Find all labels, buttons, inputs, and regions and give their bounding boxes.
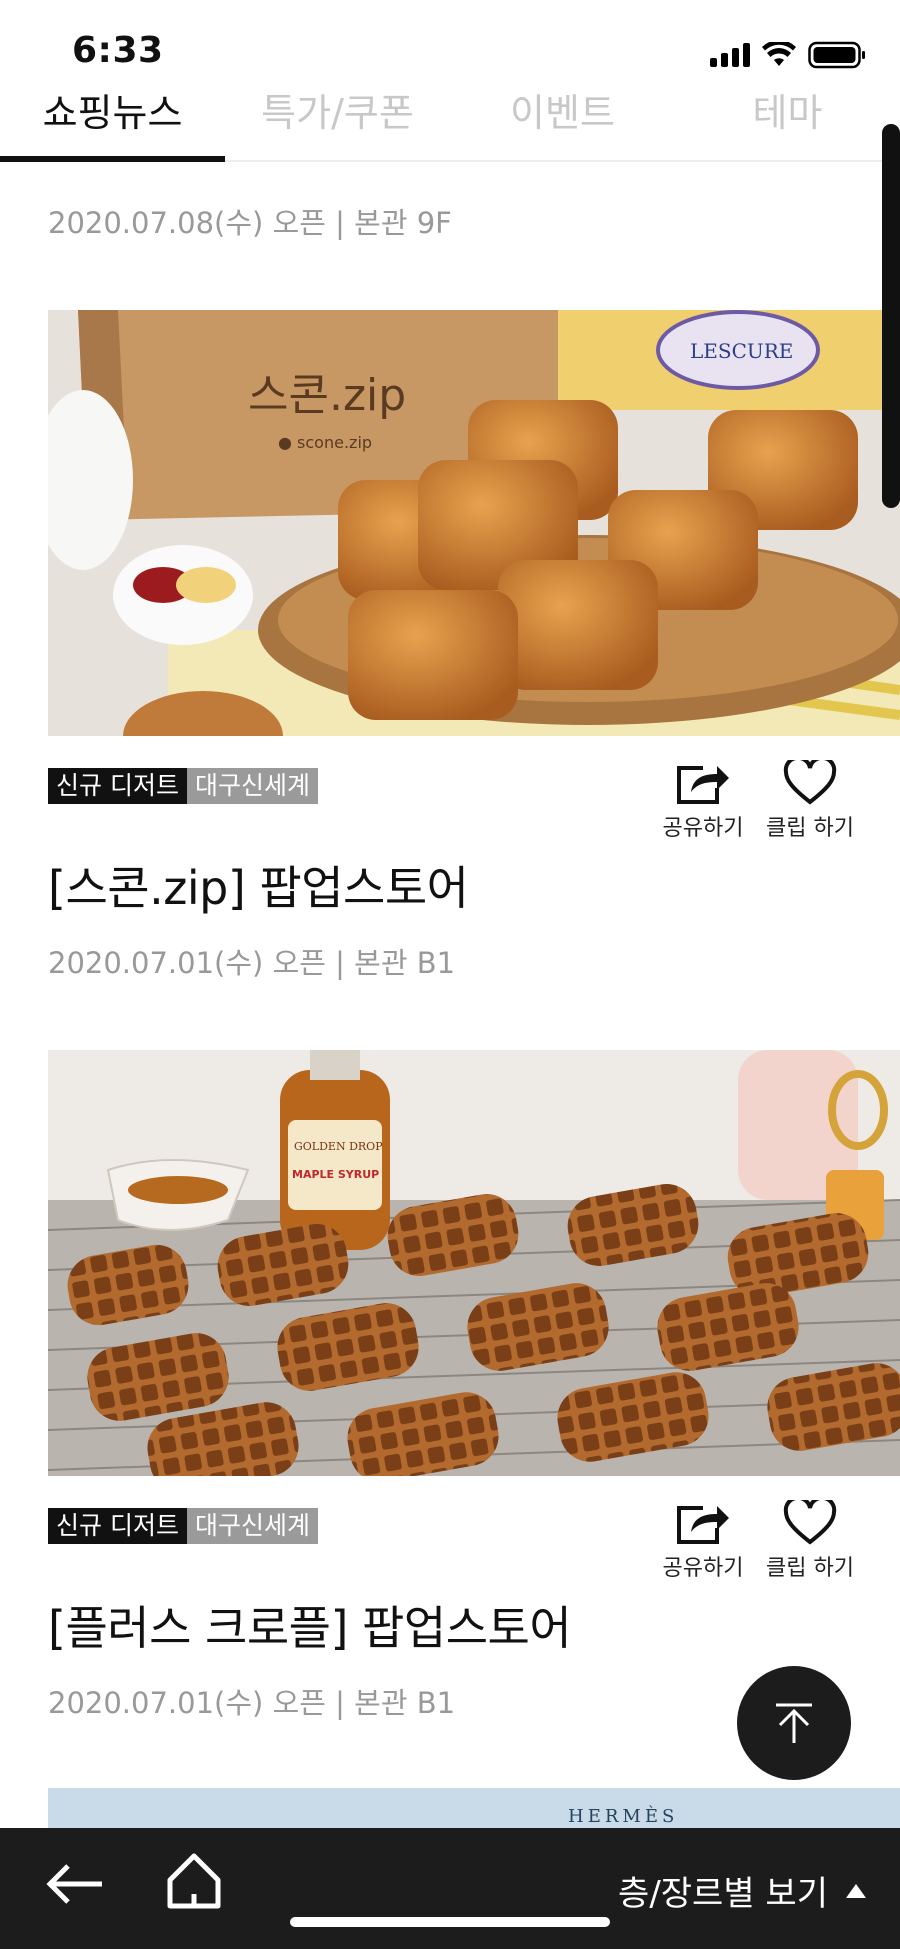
share-label: 공유하기 — [662, 816, 744, 841]
box-brand-text: 스콘.zip — [248, 370, 406, 421]
signal-icon — [710, 43, 750, 67]
back-button[interactable] — [44, 1854, 108, 1914]
category-tabs: 쇼핑뉴스 특가/쿠폰 이벤트 테마 — [0, 76, 900, 162]
heart-icon — [783, 760, 837, 805]
share-button[interactable]: 공유하기 — [653, 1500, 753, 1582]
share-label: 공유하기 — [662, 1556, 744, 1581]
clip-label: 클립 하기 — [766, 1556, 854, 1581]
heart-icon — [783, 1500, 837, 1545]
share-icon — [677, 1506, 729, 1544]
card-image-hermes[interactable]: HERMÈS — [48, 1788, 900, 1828]
card-tags: 신규 디저트 대구신세계 — [48, 1508, 318, 1544]
status-icons — [710, 40, 866, 70]
status-time: 6:33 — [72, 30, 164, 71]
home-button[interactable] — [164, 1850, 224, 1910]
prev-card-meta: 2020.07.08(수) 오픈 | 본관 9F — [48, 206, 452, 240]
card-tags: 신규 디저트 대구신세계 — [48, 768, 318, 804]
home-icon — [167, 1853, 221, 1909]
card-image-croffle[interactable]: GOLDEN DROP MAPLE SYRUP — [48, 1050, 900, 1476]
floor-genre-view-button[interactable]: 층/장르별 보기 — [618, 1866, 866, 1915]
share-icon — [677, 766, 729, 804]
tag-category: 신규 디저트 — [48, 1508, 187, 1544]
clip-label: 클립 하기 — [766, 816, 854, 841]
tab-deals-coupons[interactable]: 특가/쿠폰 — [225, 76, 450, 160]
caret-up-icon — [846, 1883, 866, 1898]
hermes-text: HERMÈS — [568, 1804, 678, 1827]
clip-button[interactable]: 클립 하기 — [760, 760, 860, 842]
floor-view-label: 층/장르별 보기 — [618, 1874, 828, 1914]
arrow-up-icon — [776, 1703, 812, 1743]
tab-shopping-news[interactable]: 쇼핑뉴스 — [0, 76, 225, 162]
battery-icon — [808, 41, 865, 69]
bottle-brand: GOLDEN DROP — [294, 1140, 383, 1153]
scrollbar[interactable] — [882, 124, 900, 508]
card-meta: 2020.07.01(수) 오픈 | 본관 B1 — [48, 1686, 456, 1720]
card-image-scone[interactable]: 스콘.zip ● scone.zip LESCURE — [48, 310, 900, 736]
card-title[interactable]: [스콘.zip] 팝업스토어 — [48, 852, 469, 918]
tag-store: 대구신세계 — [186, 768, 318, 804]
bottle-label: MAPLE SYRUP — [292, 1168, 379, 1181]
bottom-navigation-bar: 층/장르별 보기 — [0, 1828, 900, 1949]
butter-label: LESCURE — [690, 339, 793, 363]
status-bar: 6:33 — [0, 0, 900, 76]
tab-theme[interactable]: 테마 — [675, 76, 900, 160]
arrow-left-icon — [46, 1864, 102, 1904]
share-button[interactable]: 공유하기 — [653, 760, 753, 842]
card-meta: 2020.07.01(수) 오픈 | 본관 B1 — [48, 946, 456, 980]
tab-events[interactable]: 이벤트 — [450, 76, 675, 160]
clip-button[interactable]: 클립 하기 — [760, 1500, 860, 1582]
tag-store: 대구신세계 — [186, 1508, 318, 1544]
box-brand-subtext: ● scone.zip — [278, 433, 372, 452]
wifi-icon — [762, 42, 796, 66]
tag-category: 신규 디저트 — [48, 768, 187, 804]
scroll-top-button[interactable] — [737, 1666, 851, 1780]
news-feed: 2020.07.08(수) 오픈 | 본관 9F 스콘.zip ● scone.… — [0, 164, 900, 1828]
card-title[interactable]: [플러스 크로플] 팝업스토어 — [48, 1592, 572, 1658]
home-indicator — [290, 1917, 610, 1927]
